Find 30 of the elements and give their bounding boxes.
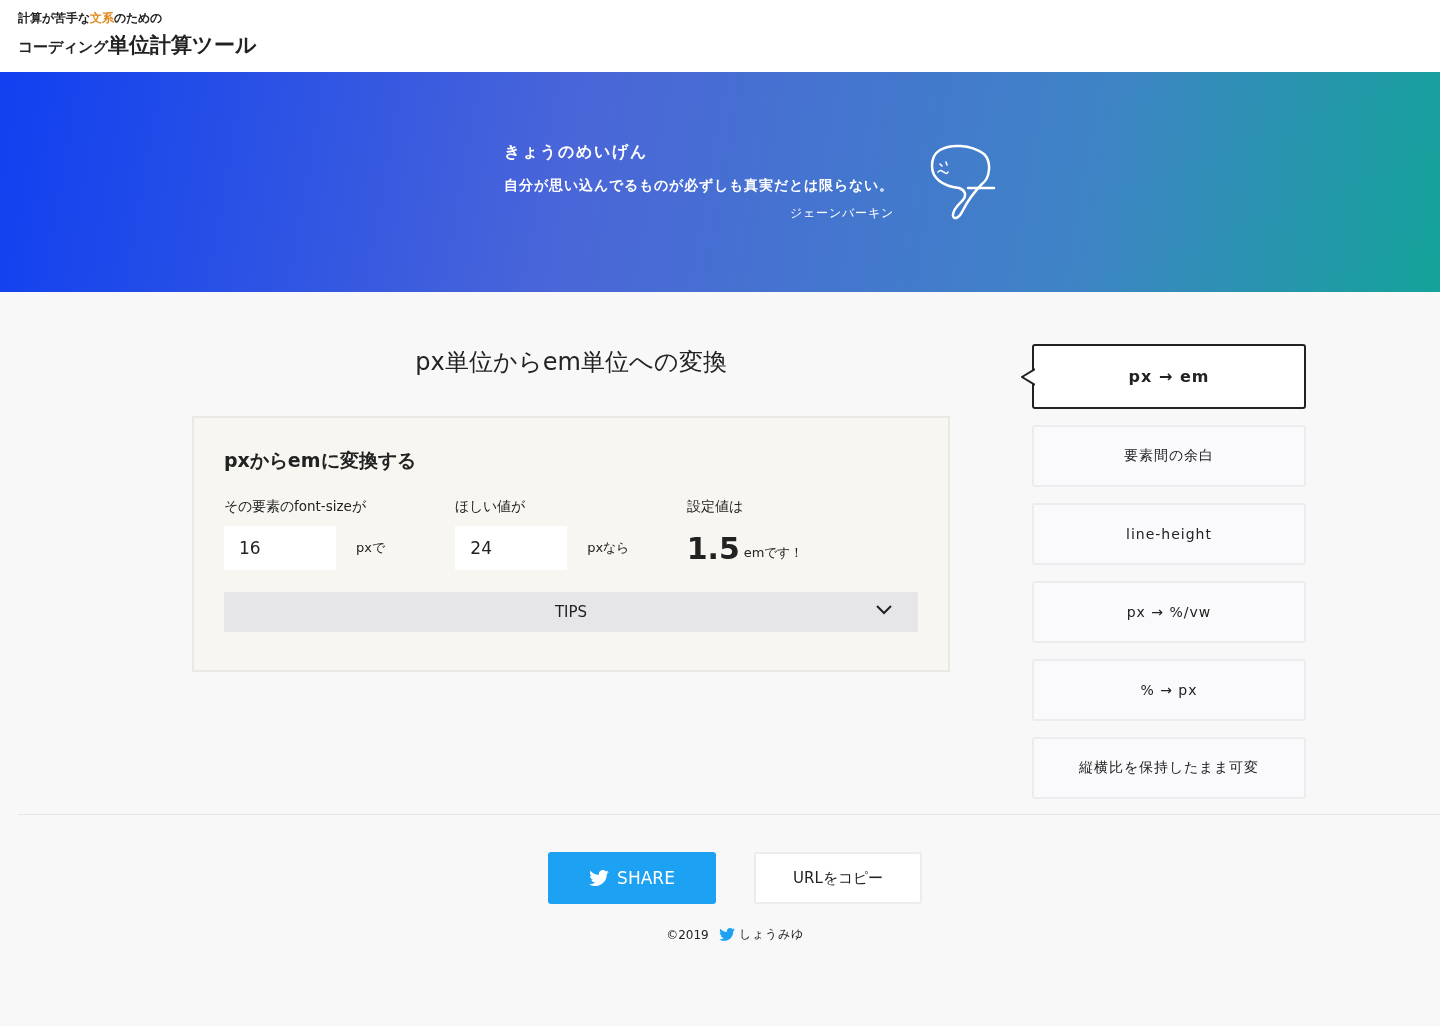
quote-heading: きょうのめいげん (504, 142, 649, 163)
result-unit: emです！ (743, 544, 804, 562)
copyright: ©2019 (666, 927, 709, 942)
field-label: その要素のfont-sizeが (224, 498, 367, 516)
nav-item[interactable]: line-height (1032, 503, 1306, 565)
nav-item[interactable]: 縦横比を保持したまま可変 (1032, 737, 1306, 799)
pointer-icon (1021, 368, 1035, 386)
px-input-field[interactable]: 16 (224, 526, 336, 570)
quote-text: 自分が思い込んでるものが必ずしも真実だとは限らない。 (504, 177, 894, 195)
tips-toggle[interactable]: TIPS (224, 592, 918, 632)
result-label: 設定値は (686, 498, 744, 516)
logo-title-prefix: コーディング (18, 38, 108, 57)
author-link[interactable]: しょうみゆ (738, 926, 804, 943)
nav-item[interactable]: px → %/vw (1032, 581, 1306, 643)
result-value: 1.5 (686, 530, 740, 566)
quote-author: ジェーンバーキン (790, 205, 894, 222)
copy-url-button[interactable]: URLをコピー (754, 852, 922, 904)
chevron-icon (876, 605, 892, 615)
unit-label: pxなら (587, 539, 630, 557)
nav-item[interactable]: % → px (1032, 659, 1306, 721)
px-input-field[interactable]: 24 (455, 526, 568, 570)
bird-icon (718, 927, 735, 942)
page-title: px単位からem単位への変換 (415, 347, 727, 378)
unit-label: pxで (356, 539, 385, 557)
field-label: ほしい値が (455, 498, 527, 516)
nav-item[interactable]: 要素間の余白 (1032, 425, 1306, 487)
bird-icon (589, 869, 610, 887)
card-title: pxからemに変換する (224, 448, 417, 473)
logo-title: 単位計算ツール (108, 32, 257, 59)
logo-tagline: 計算が苦手な文系のための (18, 10, 163, 27)
